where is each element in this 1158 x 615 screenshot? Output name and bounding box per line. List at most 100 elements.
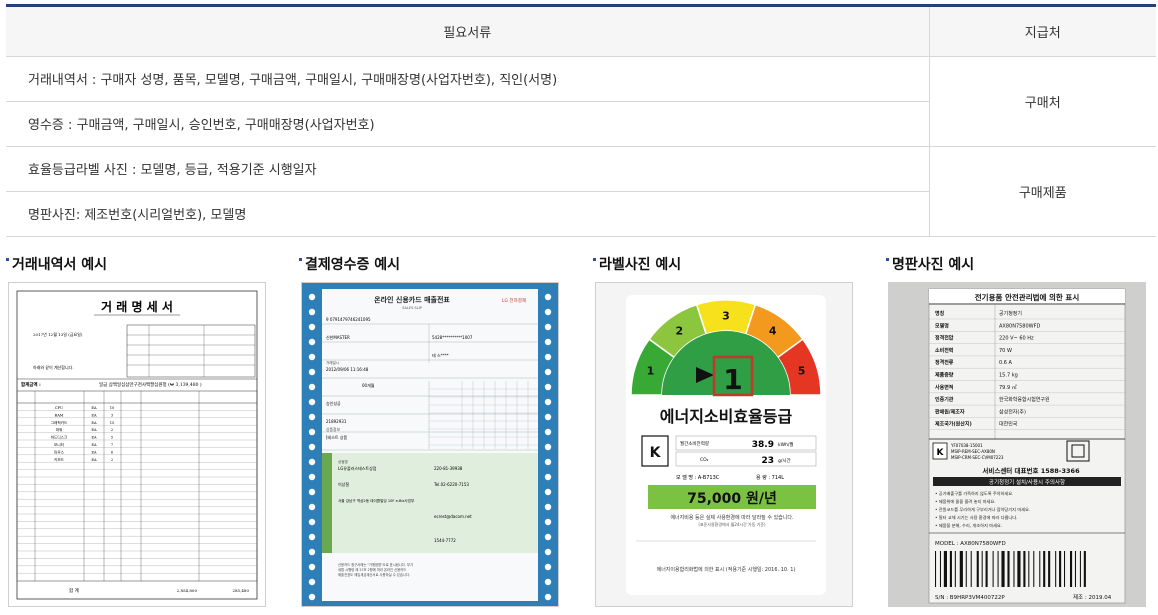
- sprocket-hole: [308, 518, 316, 526]
- receipt-ceo: 이상철: [338, 481, 349, 487]
- sprocket-hole: [544, 458, 552, 466]
- grade-number: 2: [675, 325, 683, 338]
- label-model: 모 델 명 : A-B713C: [676, 474, 720, 481]
- svg-text:K: K: [937, 448, 945, 458]
- receipt-biz-no: 220-81-39938: [434, 466, 463, 471]
- plate-spec-value: 공기청정기: [999, 310, 1022, 317]
- doc-receipt: 영수증 : 구매금액, 구매일시, 승인번호, 구매매장명(사업자번호): [6, 101, 929, 147]
- doc-transaction-statement: 거래내역서 : 구매자 성명, 품목, 모델명, 구매금액, 구매일시, 구매매…: [6, 56, 929, 102]
- receipt-merchant: LG유플러스테스트상점: [338, 465, 377, 471]
- receipt-title: 온라인 신용카드 매출전표: [374, 295, 450, 304]
- plate-spec-label: 정격전류: [935, 359, 954, 366]
- plate-title: 전기용품 안전관리법에 의한 표시: [975, 292, 1080, 302]
- table-row: 거래내역서 : 구매자 성명, 품목, 모델명, 구매금액, 구매일시, 구매매…: [6, 56, 1156, 147]
- grade-number: 1: [647, 364, 655, 377]
- examples-section: 거래내역서 예시 거 래 명 세 서 2017년 12월 13일 (금요일) 아…: [6, 255, 1156, 615]
- plate-serial: S/N : B9HRP3VM400722P: [935, 595, 1005, 601]
- plate-spec-label: 제조국가(원산지): [935, 421, 972, 428]
- receipt-status: 승인성공: [326, 400, 341, 406]
- receipt-product: [테스트 상품: [326, 434, 348, 440]
- sprocket-hole: [544, 578, 552, 586]
- sprocket-hole: [544, 353, 552, 361]
- submit-to-store: 구매처: [928, 56, 1156, 147]
- sprocket-hole: [308, 458, 316, 466]
- plate-spec-label: 사용면적: [935, 384, 954, 391]
- receipt-date-label: 거래일시: [326, 360, 339, 365]
- example-receipt: 결제영수증 예시 온라인 신용카드 매출전표 SALES SLIP LG 전자결…: [299, 255, 561, 607]
- invoice-item-name: 모니터: [54, 442, 64, 447]
- grade-number: 3: [722, 310, 730, 323]
- kc-mark-icon: K: [641, 435, 669, 467]
- plate-cert-line-3: MSIP-CRM-SEC-CVM07223: [951, 455, 1004, 460]
- grade-number: 4: [769, 325, 777, 338]
- sprocket-hole: [308, 578, 316, 586]
- receipt-image: 온라인 신용카드 매출전표 SALES SLIP LG 전자결제 9 07914…: [301, 282, 559, 607]
- sprocket-hole: [308, 563, 316, 571]
- invoice-item-unit: EA: [91, 428, 97, 432]
- table-row: 효율등급라벨 사진 : 모델명, 등급, 적용기준 시행일자 구매제품: [6, 146, 1156, 237]
- header-required-documents: 필요서류: [6, 7, 929, 57]
- plate-spec-label: 소비전력: [935, 347, 954, 354]
- plate-spec-value: 15.7 kg: [999, 373, 1018, 379]
- receipt-approval: 21892931: [326, 419, 347, 424]
- invoice-item-qty: 10: [110, 406, 115, 410]
- plate-spec-value: 0.6 A: [999, 360, 1013, 366]
- power-unit: kWh/월: [778, 441, 794, 448]
- receipt-brand: LG 전자결제: [502, 297, 526, 304]
- plate-cert-line-2: MSIP-REM-SEC-AX80N: [951, 449, 995, 454]
- sprocket-hole: [544, 368, 552, 376]
- invoice-note: 아래와 같이 계산합니다.: [33, 364, 74, 370]
- invoice-item-name: RAM: [55, 413, 64, 417]
- plate-spec-label: 명칭: [935, 310, 945, 317]
- plate-spec-value: 삼성전자(주): [999, 408, 1026, 415]
- invoice-total-amount: 2,854,800: [177, 588, 198, 593]
- invoice-item-unit: EA: [91, 443, 97, 447]
- current-grade: 1: [723, 363, 742, 396]
- sprocket-hole: [308, 473, 316, 481]
- plate-spec-label: 정격전압: [935, 335, 954, 342]
- example-title: 명판사진 예시: [886, 255, 1148, 275]
- invoice-image: 거 래 명 세 서 2017년 12월 13일 (금요일) 아래와 같이 계산합…: [8, 282, 266, 607]
- sprocket-hole: [544, 308, 552, 316]
- sprocket-hole: [544, 548, 552, 556]
- sprocket-hole: [544, 338, 552, 346]
- power-label: 월간소비전력량: [680, 440, 709, 447]
- plate-spec-label: 판매원/제조자: [935, 408, 965, 415]
- invoice-item-qty: 2: [111, 458, 113, 462]
- invoice-date: 2017년 12월 13일 (금요일): [33, 331, 83, 337]
- plate-warning: • 제품을 분해, 수리, 개조하지 마세요.: [935, 522, 1002, 529]
- invoice-item-unit: EA: [91, 436, 97, 440]
- sprocket-hole: [308, 548, 316, 556]
- sprocket-hole: [308, 293, 316, 301]
- doc-nameplate: 명판사진: 제조번호(시리얼번호), 모델명: [6, 191, 929, 237]
- sprocket-hole: [544, 533, 552, 541]
- sprocket-hole: [308, 533, 316, 541]
- sprocket-hole: [308, 383, 316, 391]
- sprocket-hole: [308, 398, 316, 406]
- invoice-sum-label: 합계금액 :: [21, 381, 41, 388]
- plate-spec-label: 인증기관: [935, 396, 954, 403]
- sprocket-hole: [544, 518, 552, 526]
- invoice-item-unit: EA: [91, 413, 97, 417]
- sprocket-hole: [308, 308, 316, 316]
- header-submit-to: 지급처: [928, 7, 1156, 57]
- plate-spec-value: 한국화학융합시험연구원: [999, 396, 1050, 403]
- power-value: 38.9: [752, 440, 774, 450]
- invoice-item-name: CPU: [55, 406, 63, 410]
- sprocket-hole: [308, 443, 316, 451]
- example-title: 라벨사진 예시: [593, 255, 855, 275]
- sprocket-hole: [308, 428, 316, 436]
- sprocket-hole: [308, 488, 316, 496]
- sprocket-hole: [308, 338, 316, 346]
- plate-warning: • 공기배출구를 가족하지 않도록 주의하세요.: [935, 490, 1013, 497]
- co2-value: 23: [761, 456, 774, 466]
- kc-mark-icon: K: [932, 442, 948, 460]
- invoice-sum-text: 일금 삼백일십삼만구천사백팔십원정 (₩ 3,139,480 ): [99, 381, 202, 388]
- receipt-cs-no: 1544-7772: [434, 538, 456, 543]
- receipt-date: 2012/09/06 11:16:48: [326, 367, 369, 372]
- invoice-item-unit: EA: [91, 421, 97, 425]
- plate-service: 서비스센터 대표번호 1588-3366: [982, 466, 1080, 475]
- sprocket-hole: [544, 428, 552, 436]
- example-invoice: 거래내역서 예시 거 래 명 세 서 2017년 12월 13일 (금요일) 아…: [6, 255, 268, 607]
- invoice-item-name: 키보드: [54, 457, 65, 462]
